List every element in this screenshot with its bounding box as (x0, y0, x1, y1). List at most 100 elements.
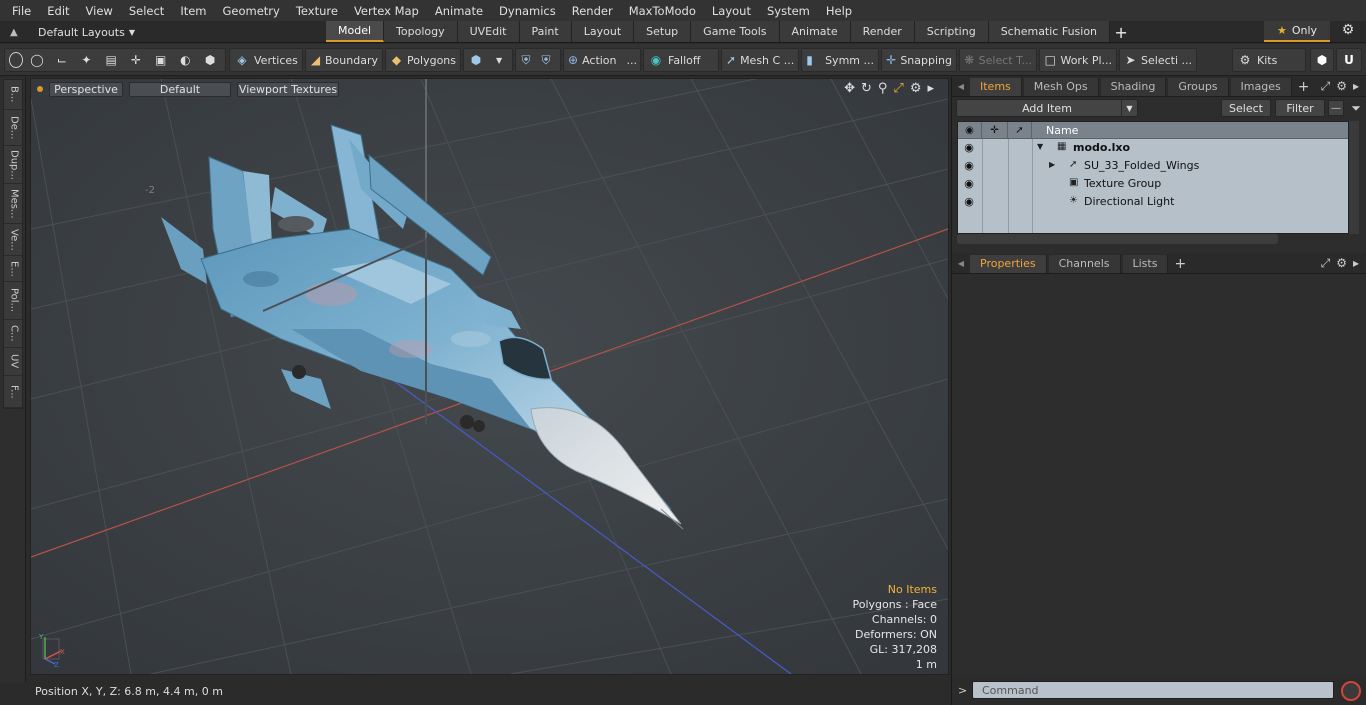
panel-gear-icon[interactable]: ⚙ (1336, 79, 1347, 94)
action-center-button[interactable]: ⊕ Action ... (563, 48, 641, 72)
scale-icon[interactable]: ◐ (179, 52, 193, 68)
menu-item[interactable]: Item (172, 4, 214, 18)
lasso-icon[interactable]: ⌙ (55, 52, 69, 68)
tab-animate[interactable]: Animate (779, 21, 851, 42)
viewport-gear-icon[interactable]: ⚙ (910, 81, 922, 96)
symmetry-button[interactable]: ▮ Symm ... (801, 48, 879, 72)
transform-icon[interactable]: ▤ (104, 52, 118, 68)
tab-mesh-ops[interactable]: Mesh Ops (1023, 77, 1099, 96)
globe-icon[interactable]: ◯ (30, 52, 44, 68)
chevron-down-icon[interactable]: ▼ (1121, 100, 1137, 116)
tab-model[interactable]: Model (326, 21, 385, 42)
panel-menu-icon[interactable]: ▸ (1353, 256, 1359, 271)
list-item[interactable]: ◉ ☀ Directional Light (958, 193, 1348, 211)
selection-sets-button[interactable]: ➤ Selecti ... (1119, 48, 1197, 72)
filter-button[interactable]: Filter (1275, 99, 1325, 117)
boundary-button[interactable]: ◢ Boundary (305, 48, 383, 72)
only-button[interactable]: ★ Only (1264, 21, 1330, 42)
menu-maxtomodo[interactable]: MaxToModo (621, 4, 704, 18)
circle-select-icon[interactable] (9, 52, 24, 68)
menu-geometry[interactable]: Geometry (215, 4, 288, 18)
item-mode-icon[interactable]: ⬢ (203, 52, 217, 68)
menu-vertex-map[interactable]: Vertex Map (346, 4, 427, 18)
left-tab-basic[interactable]: B... (4, 80, 24, 110)
list-item[interactable]: ◉ ▶ ➚ SU_33_Folded_Wings (958, 157, 1348, 175)
tab-layout[interactable]: Layout (571, 21, 635, 42)
tab-items[interactable]: Items (970, 77, 1022, 96)
menu-help[interactable]: Help (818, 4, 860, 18)
left-tab-curve[interactable]: C... (4, 320, 24, 348)
add-tab-plus-icon[interactable]: + (1110, 21, 1132, 43)
eye-icon[interactable]: ◉ (962, 159, 976, 173)
eye-icon[interactable]: ◉ (962, 177, 976, 191)
material-mode-dropdown[interactable]: ⬢ ▼ (463, 48, 513, 72)
tab-render[interactable]: Render (850, 21, 915, 42)
collapse-arrow-icon[interactable]: ▲ (10, 27, 24, 38)
tab-topology[interactable]: Topology (384, 21, 458, 42)
rotate-icon[interactable]: ▣ (154, 52, 168, 68)
left-tab-polygon[interactable]: Pol... (4, 282, 24, 320)
left-tab-uv[interactable]: UV (4, 348, 24, 376)
menu-layout[interactable]: Layout (704, 4, 759, 18)
funnel-filter-icon[interactable]: ⏷ (1348, 100, 1364, 116)
orbit-icon[interactable]: ↻ (861, 81, 872, 96)
record-macro-icon[interactable] (1341, 681, 1361, 701)
tab-schematic-fusion[interactable]: Schematic Fusion (988, 21, 1111, 42)
gear-icon[interactable]: ⚙ (1338, 22, 1358, 42)
tab-images[interactable]: Images (1230, 77, 1292, 96)
add-panel-tab-plus-icon[interactable]: + (1298, 79, 1310, 95)
projection-dropdown[interactable]: Perspective (49, 81, 123, 97)
tab-paint[interactable]: Paint (519, 21, 572, 42)
command-input[interactable]: Command (972, 681, 1334, 699)
left-tab-edge[interactable]: E... (4, 256, 24, 282)
left-tab-duplicate[interactable]: Dup... (4, 146, 24, 184)
shading-dropdown[interactable]: Viewport Textures (237, 81, 339, 97)
mesh-constraints-button[interactable]: ➚ Mesh C ... (721, 48, 799, 72)
expand-panel-icon[interactable]: ⤢ (1321, 79, 1331, 94)
work-plane-button[interactable]: □ Work Pl... (1039, 48, 1117, 72)
select-button[interactable]: Select (1221, 99, 1271, 117)
lock-column-icon[interactable]: ✛ (982, 122, 1008, 139)
eye-icon[interactable]: ◉ (962, 141, 976, 155)
menu-texture[interactable]: Texture (288, 4, 346, 18)
shield-alt-icon[interactable]: ⛨ (540, 52, 552, 68)
pan-icon[interactable]: ✥ (844, 81, 855, 96)
style-dropdown[interactable]: Default (129, 81, 231, 97)
item-list-horizontal-scrollbar[interactable] (957, 234, 1278, 244)
add-panel-tab-plus-icon[interactable]: + (1174, 256, 1186, 272)
panel-collapse-icon[interactable]: ◀ (952, 259, 970, 268)
falloff-button[interactable]: ◉ Falloff (643, 48, 719, 72)
expand-triangle-icon[interactable]: ▼ (1037, 142, 1043, 151)
zoom-icon[interactable]: ⚲ (878, 81, 888, 96)
kits-button[interactable]: ⚙ Kits (1232, 48, 1306, 72)
panel-menu-icon[interactable]: ▸ (1353, 79, 1359, 94)
viewport-menu-arrow-icon[interactable]: ▸ (927, 81, 934, 96)
3d-viewport[interactable]: -2 Perspective Default Viewport Textures… (30, 78, 949, 675)
list-item[interactable]: ◉ ▼ ▦ modo.lxo (958, 139, 1348, 157)
menu-animate[interactable]: Animate (427, 4, 491, 18)
default-layouts-dropdown[interactable]: ▲ Default Layouts ▼ (0, 21, 160, 43)
list-item[interactable]: ◉ ▣ Texture Group (958, 175, 1348, 193)
expand-triangle-icon[interactable]: ▶ (1049, 160, 1055, 169)
panel-collapse-icon[interactable]: ◀ (952, 82, 970, 91)
tab-game-tools[interactable]: Game Tools (691, 21, 780, 42)
left-tab-fusion[interactable]: F... (4, 376, 24, 408)
collapse-all-icon[interactable]: — (1328, 100, 1344, 116)
snapping-button[interactable]: ✛ Snapping (881, 48, 957, 72)
add-item-button[interactable]: Add Item ▼ (956, 99, 1138, 117)
tab-properties[interactable]: Properties (970, 254, 1047, 273)
unreal-button[interactable]: U (1336, 48, 1362, 72)
select-through-button[interactable]: ❋ Select T... (959, 48, 1037, 72)
left-tab-mesh[interactable]: Mes... (4, 184, 24, 224)
menu-view[interactable]: View (78, 4, 121, 18)
left-tab-deform[interactable]: De... (4, 110, 24, 146)
expand-panel-icon[interactable]: ⤢ (1321, 256, 1331, 271)
vertices-button[interactable]: ◈ Vertices (229, 48, 303, 72)
menu-render[interactable]: Render (564, 4, 621, 18)
menu-file[interactable]: File (4, 4, 39, 18)
tab-uvedit[interactable]: UVEdit (457, 21, 520, 42)
maximize-icon[interactable]: ⤢ (893, 81, 903, 96)
menu-select[interactable]: Select (121, 4, 172, 18)
menu-edit[interactable]: Edit (39, 4, 77, 18)
left-tab-vertex[interactable]: Ve... (4, 224, 24, 256)
